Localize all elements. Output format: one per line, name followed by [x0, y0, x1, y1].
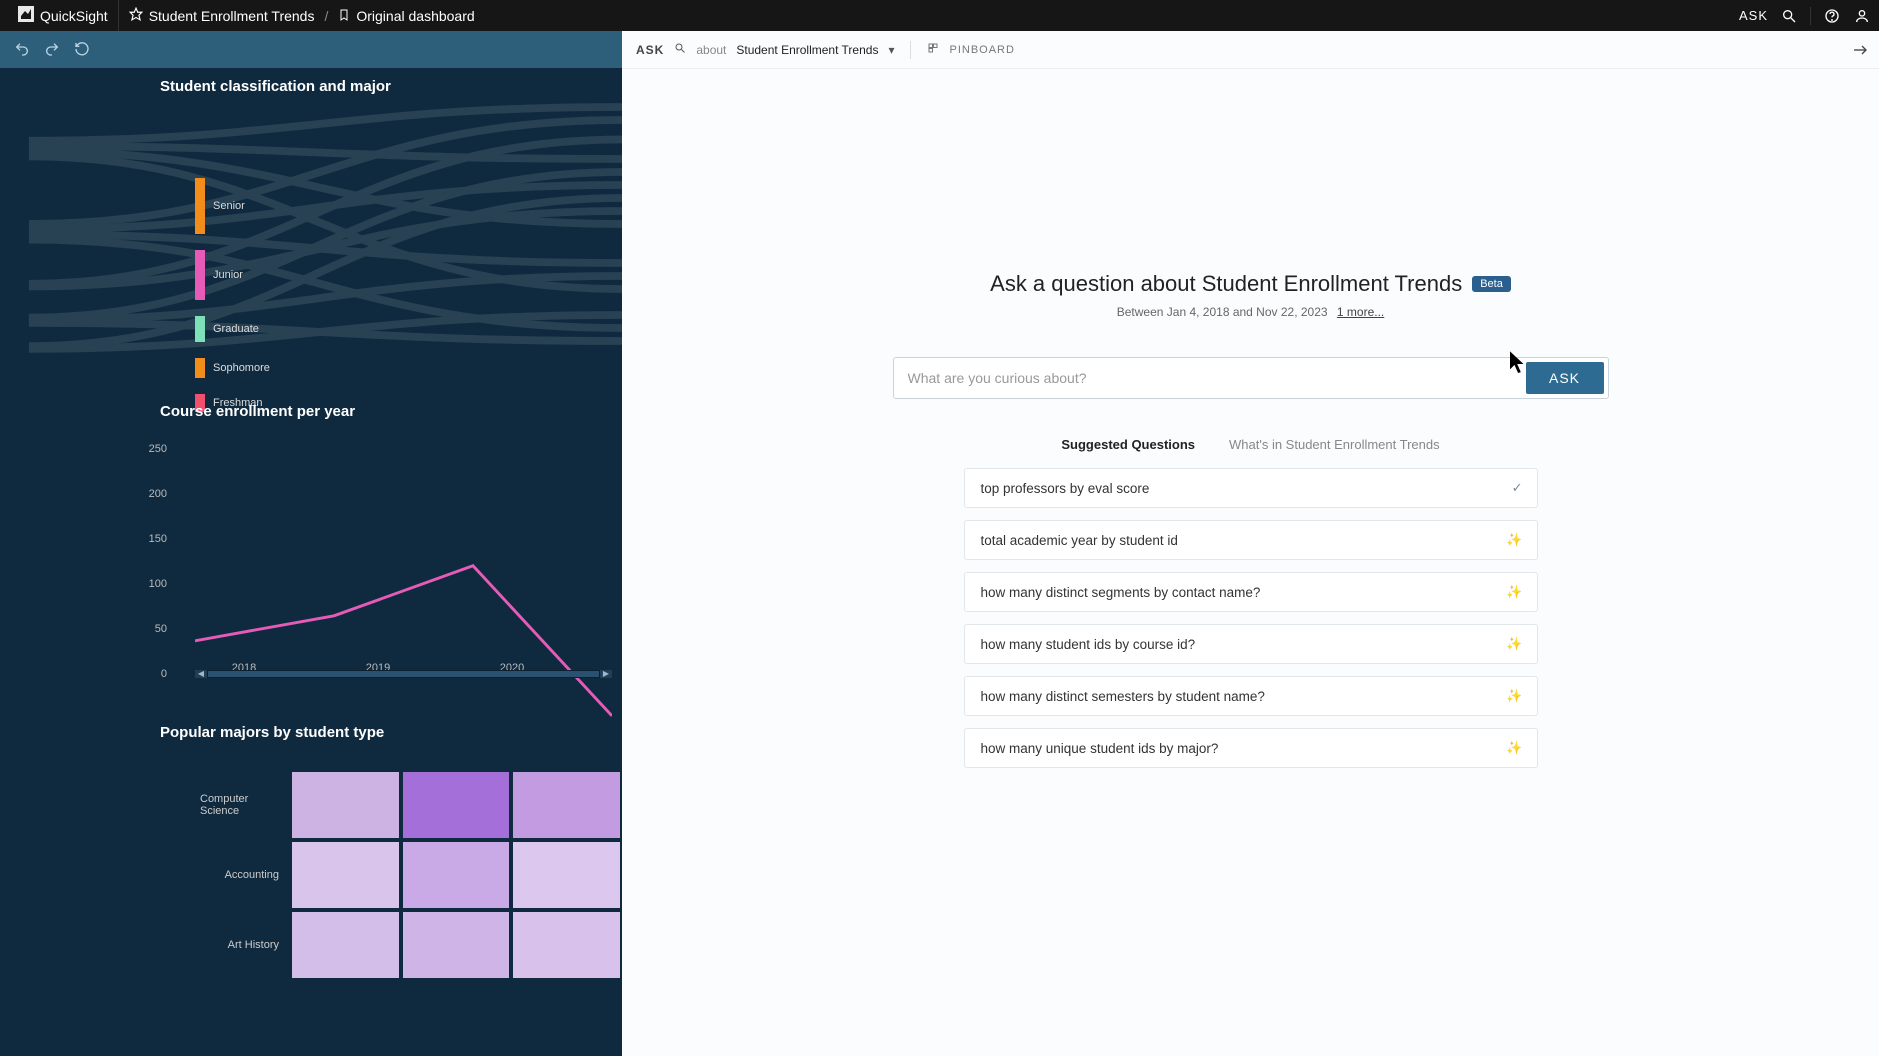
undo-icon[interactable] — [14, 41, 30, 57]
sparkle-icon: ✨ — [1506, 740, 1522, 756]
ask-topbar: ASK about Student Enrollment Trends ▾ PI… — [622, 31, 1879, 69]
ask-tabs: Suggested Questions What's in Student En… — [1061, 437, 1439, 452]
suggestion-item[interactable]: how many student ids by course id? ✨ — [964, 624, 1538, 664]
redo-icon[interactable] — [44, 41, 60, 57]
heat-cell — [290, 770, 401, 840]
ask-button[interactable]: ASK — [1526, 362, 1604, 394]
sparkle-icon: ✨ — [1506, 636, 1522, 652]
chart-area: 050100150200250 201820192020 ◀ ▶ — [195, 449, 612, 674]
suggestion-item[interactable]: how many distinct segments by contact na… — [964, 572, 1538, 612]
suggestions-list: top professors by eval score ✓ total acade… — [964, 468, 1538, 768]
suggestion-item[interactable]: top professors by eval score ✓ — [964, 468, 1538, 508]
sankey-label: Senior — [213, 200, 245, 212]
breadcrumb-dataset[interactable]: Student Enrollment Trends — [149, 8, 315, 24]
tab-suggested-questions[interactable]: Suggested Questions — [1061, 437, 1195, 452]
rt-pinboard-label[interactable]: PINBOARD — [949, 44, 1014, 56]
ask-center: Ask a question about Student Enrollment … — [622, 271, 1879, 768]
heat-row-label: Accounting — [200, 840, 285, 910]
vis2-title: Course enrollment per year — [160, 403, 355, 420]
breadcrumb: Student Enrollment Trends / Original das… — [119, 0, 485, 31]
vis1-title: Student classification and major — [160, 78, 391, 95]
pinboard-icon[interactable] — [927, 42, 939, 57]
heat-row — [290, 840, 622, 910]
sankey-block — [195, 358, 205, 378]
sankey-node: Sophomore — [195, 358, 622, 378]
sankey-block — [195, 178, 205, 234]
ask-subtitle: Between Jan 4, 2018 and Nov 22, 2023 1 m… — [1117, 305, 1385, 319]
rt-topic[interactable]: Student Enrollment Trends — [736, 43, 878, 57]
heat-cell — [401, 840, 512, 910]
reset-icon[interactable] — [74, 41, 90, 57]
collapse-panel-icon[interactable] — [1851, 41, 1869, 59]
suggestion-text: total academic year by student id — [981, 533, 1178, 548]
suggestion-text: how many distinct segments by contact na… — [981, 585, 1261, 600]
dashboard-panel: Student classification and major — [0, 31, 622, 1056]
sankey-node: Senior — [195, 178, 622, 234]
breadcrumb-sep: / — [324, 8, 328, 24]
product-name: QuickSight — [40, 8, 108, 24]
ask-panel: ASK about Student Enrollment Trends ▾ PI… — [622, 31, 1879, 1056]
dashboard-toolbar — [0, 31, 622, 68]
heat-cell — [511, 910, 622, 980]
scroll-thumb[interactable] — [207, 670, 600, 678]
vis3-title: Popular majors by student type — [160, 724, 384, 741]
sankey-node: Graduate — [195, 316, 622, 342]
chart-scrollbar[interactable]: ◀ ▶ — [195, 670, 612, 678]
user-icon[interactable] — [1853, 7, 1871, 25]
heat-row — [290, 910, 622, 980]
vis-classification-major[interactable]: Student classification and major — [0, 68, 622, 393]
search-icon[interactable] — [1780, 7, 1798, 25]
sparkle-icon: ✨ — [1506, 688, 1522, 704]
heat-row-label: Computer Science — [200, 770, 285, 840]
suggestion-text: top professors by eval score — [981, 481, 1150, 496]
sankey-label: Sophomore — [213, 362, 270, 374]
sankey-node: Junior — [195, 250, 622, 300]
suggestion-item[interactable]: how many unique student ids by major? ✨ — [964, 728, 1538, 768]
sankey-label: Graduate — [213, 323, 259, 335]
sankey-label: Junior — [213, 269, 243, 281]
ask-subtitle-more[interactable]: 1 more... — [1337, 305, 1384, 319]
top-ask-label[interactable]: ASK — [1739, 8, 1768, 23]
scroll-left-icon[interactable]: ◀ — [195, 670, 207, 678]
sankey-block — [195, 316, 205, 342]
quicksight-logo-icon — [18, 6, 34, 25]
suggestion-text: how many unique student ids by major? — [981, 741, 1219, 756]
rt-about: about — [696, 43, 726, 57]
scroll-right-icon[interactable]: ▶ — [600, 670, 612, 678]
beta-badge: Beta — [1472, 276, 1511, 292]
heat-cell — [511, 840, 622, 910]
heat-row-label: Art History — [200, 910, 285, 980]
sparkle-icon: ✨ — [1506, 584, 1522, 600]
tab-whats-in-topic[interactable]: What's in Student Enrollment Trends — [1229, 437, 1440, 452]
heat-cell — [290, 910, 401, 980]
ask-title: Ask a question about Student Enrollment … — [990, 271, 1462, 297]
suggestion-item[interactable]: how many distinct semesters by student n… — [964, 676, 1538, 716]
star-icon[interactable] — [129, 7, 143, 24]
suggestion-item[interactable]: total academic year by student id ✨ — [964, 520, 1538, 560]
suggestion-text: how many student ids by course id? — [981, 637, 1196, 652]
sankey-block — [195, 250, 205, 300]
sankey-nodes: SeniorJuniorGraduateSophomoreFreshman — [195, 178, 622, 393]
heat-cell — [401, 770, 512, 840]
vis-course-enrollment-year[interactable]: Course enrollment per year 0501001502002… — [0, 393, 622, 714]
quicksight-logo[interactable]: QuickSight — [8, 0, 119, 31]
help-icon[interactable] — [1823, 7, 1841, 25]
top-nav: QuickSight Student Enrollment Trends / O… — [0, 0, 1879, 31]
heat-row — [290, 770, 622, 840]
search-icon — [674, 42, 686, 57]
heat-cell — [290, 840, 401, 910]
sparkle-icon: ✨ — [1506, 532, 1522, 548]
top-right: ASK — [1739, 0, 1871, 31]
chevron-down-icon[interactable]: ▾ — [888, 43, 894, 57]
breadcrumb-page[interactable]: Original dashboard — [356, 8, 474, 24]
ask-input[interactable] — [894, 358, 1522, 398]
heat-cell — [401, 910, 512, 980]
check-icon: ✓ — [1512, 480, 1523, 496]
suggestion-text: how many distinct semesters by student n… — [981, 689, 1265, 704]
ask-input-row: ASK — [893, 357, 1609, 399]
bookmark-icon[interactable] — [338, 8, 350, 24]
rt-ask-label: ASK — [636, 43, 664, 57]
heat-cell — [511, 770, 622, 840]
vis-popular-majors[interactable]: Popular majors by student type Computer … — [0, 714, 622, 1056]
